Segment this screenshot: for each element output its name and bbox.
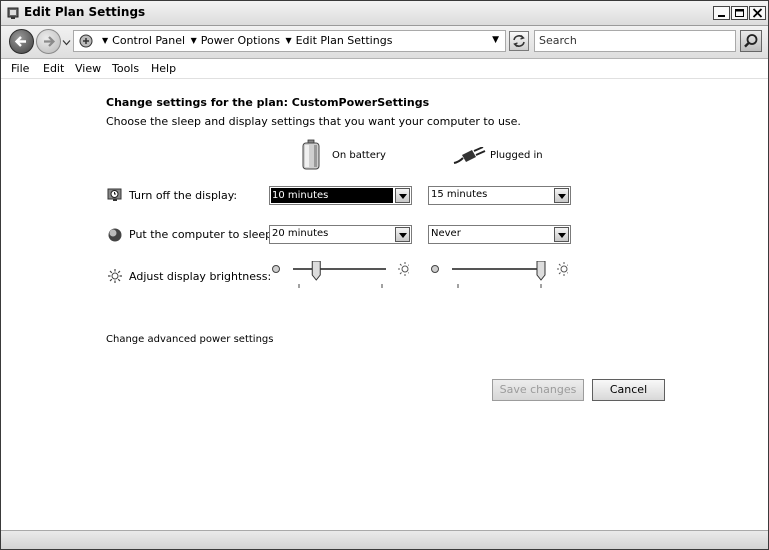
slider-thumb[interactable] (311, 260, 321, 281)
navigation-bar: ▼ Control Panel ▼ Power Options ▼ Edit Plan… (1, 26, 768, 59)
title-bar: Edit Plan Settings (1, 1, 768, 26)
dim-brightness-icon (431, 265, 439, 273)
back-button[interactable] (9, 29, 34, 54)
display-off-on-battery-select[interactable]: 10 minutes (269, 186, 412, 205)
display-off-plugged-in-value: 15 minutes (431, 189, 488, 200)
menu-help[interactable]: Help (151, 62, 176, 75)
back-arrow-icon (14, 36, 26, 47)
power-plug-icon (453, 147, 486, 164)
breadcrumb: ▼ Control Panel ▼ Power Options ▼ Edit Plan… (100, 34, 392, 47)
display-off-plugged-in-select[interactable]: 15 minutes (428, 186, 571, 205)
page-description: Choose the sleep and display settings th… (106, 115, 521, 128)
breadcrumb-control-panel[interactable]: Control Panel (112, 34, 185, 47)
maximize-button[interactable] (731, 6, 748, 20)
close-button[interactable] (749, 6, 766, 20)
breadcrumb-separator-icon[interactable]: ▼ (191, 36, 197, 45)
magnifier-icon (744, 34, 758, 48)
minimize-icon (718, 15, 725, 17)
brightness-plugged-in-slider[interactable] (428, 260, 571, 291)
minimize-button[interactable] (713, 6, 730, 20)
address-bar[interactable]: ▼ Control Panel ▼ Power Options ▼ Edit Plan… (73, 30, 506, 52)
sun-icon (108, 269, 122, 283)
monitor-clock-icon (107, 188, 122, 201)
page-heading: Change settings for the plan: CustomPowe… (106, 96, 430, 109)
breadcrumb-separator-icon[interactable]: ▼ (285, 36, 291, 45)
brightness-on-battery-slider[interactable] (269, 260, 412, 291)
refresh-icon (513, 35, 525, 47)
chevron-down-icon[interactable] (554, 227, 569, 242)
sleep-on-battery-select[interactable]: 20 minutes (269, 225, 412, 244)
menu-view[interactable]: View (75, 62, 101, 75)
address-history-dropdown-icon[interactable]: ▼ (492, 35, 499, 45)
dim-brightness-icon (272, 265, 280, 273)
refresh-button[interactable] (509, 31, 529, 51)
control-panel-icon (79, 34, 93, 48)
search-input[interactable] (535, 31, 733, 49)
forward-arrow-icon (44, 36, 56, 47)
menu-edit[interactable]: Edit (43, 62, 64, 75)
chevron-down-icon[interactable] (554, 188, 569, 203)
search-field[interactable] (534, 30, 736, 52)
breadcrumb-power-options[interactable]: Power Options (201, 34, 280, 47)
put-to-sleep-label: Put the computer to sleep: (129, 228, 276, 241)
column-header-plugged-in: Plugged in (490, 150, 543, 161)
sleep-on-battery-value: 20 minutes (272, 228, 329, 239)
bright-brightness-icon (557, 262, 571, 276)
moon-icon (108, 228, 122, 242)
bright-brightness-icon (398, 262, 412, 276)
save-changes-button[interactable]: Save changes (492, 379, 584, 401)
adjust-brightness-label: Adjust display brightness: (129, 270, 272, 283)
close-icon (752, 8, 763, 18)
battery-icon (302, 139, 320, 170)
search-button[interactable] (740, 30, 762, 52)
chevron-down-icon[interactable] (395, 188, 410, 203)
sleep-plugged-in-select[interactable]: Never (428, 225, 571, 244)
display-off-on-battery-value: 10 minutes (271, 188, 393, 203)
breadcrumb-edit-plan-settings[interactable]: Edit Plan Settings (296, 34, 393, 47)
breadcrumb-separator-icon[interactable]: ▼ (102, 36, 108, 45)
slider-thumb[interactable] (536, 260, 546, 281)
sleep-plugged-in-value: Never (431, 228, 461, 239)
chevron-down-icon[interactable] (395, 227, 410, 242)
forward-button[interactable] (36, 29, 61, 54)
turn-off-display-label: Turn off the display: (129, 189, 238, 202)
menu-file[interactable]: File (11, 62, 29, 75)
change-advanced-power-settings-link[interactable]: Change advanced power settings (106, 334, 273, 345)
menu-tools[interactable]: Tools (112, 62, 139, 75)
status-bar (1, 530, 768, 549)
power-options-app-icon (7, 7, 19, 19)
window-title: Edit Plan Settings (24, 5, 146, 19)
menu-bar: File Edit View Tools Help (1, 59, 768, 79)
cancel-button[interactable]: Cancel (592, 379, 665, 401)
maximize-icon (735, 9, 744, 17)
edit-plan-settings-window: Edit Plan Settings ▼ Control Panel ▼ Pow… (0, 0, 769, 550)
recent-pages-dropdown-icon[interactable] (62, 38, 71, 47)
column-header-on-battery: On battery (332, 150, 386, 161)
